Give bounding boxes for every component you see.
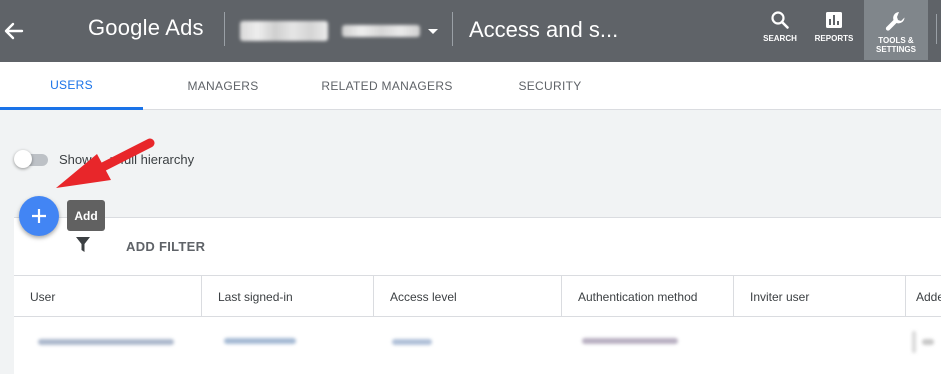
toggle-knob [14, 150, 32, 168]
wrench-icon [885, 12, 905, 31]
account-id-redacted [342, 25, 420, 37]
tab-security[interactable]: SECURITY [480, 62, 620, 110]
plus-icon [32, 209, 46, 223]
search-icon [771, 11, 789, 29]
added-cell-redacted [922, 339, 934, 345]
column-header-last-signed-in[interactable]: Last signed-in [202, 276, 374, 317]
tools-settings-button[interactable]: TOOLS & SETTINGS [864, 0, 928, 60]
header-divider [936, 14, 937, 44]
users-table-card: ADD FILTER User Last signed-in Access le… [14, 217, 941, 374]
header-divider [224, 12, 225, 46]
last-signed-in-redacted [224, 338, 296, 344]
column-header-access-level[interactable]: Access level [374, 276, 562, 317]
table-row[interactable] [14, 317, 941, 367]
reports-button[interactable]: REPORTS [812, 0, 856, 60]
add-filter-button[interactable]: ADD FILTER [126, 239, 205, 254]
table-header: User Last signed-in Access level Authent… [14, 275, 941, 317]
header-divider [452, 12, 453, 46]
page-title: Access and s... [469, 17, 619, 42]
tab-related-managers[interactable]: RELATED MANAGERS [310, 62, 464, 110]
caret-down-icon [428, 28, 438, 34]
column-header-inviter-user[interactable]: Inviter user [734, 276, 906, 317]
tab-users[interactable]: USERS [0, 62, 143, 110]
reports-button-label: REPORTS [814, 34, 854, 43]
auth-method-redacted [582, 338, 678, 344]
column-header-added[interactable]: Adde [906, 276, 941, 317]
search-button[interactable]: SEARCH [760, 0, 800, 60]
top-app-bar: Google Ads Access and s... SEARCH REPORT… [0, 0, 941, 62]
tab-managers[interactable]: MANAGERS [150, 62, 296, 110]
google-ads-logo[interactable]: Google Ads [88, 15, 204, 41]
add-tooltip: Add [67, 200, 105, 231]
tab-bar: USERS MANAGERS RELATED MANAGERS SECURITY [0, 62, 941, 110]
bar-chart-icon [826, 12, 842, 28]
added-cell-redacted [912, 331, 916, 353]
user-cell-redacted [38, 339, 174, 345]
column-header-user[interactable]: User [14, 276, 202, 317]
hierarchy-toggle[interactable] [14, 150, 50, 168]
arrow-back-icon[interactable] [2, 14, 24, 48]
filter-icon[interactable] [76, 237, 90, 253]
account-name-redacted [240, 21, 328, 41]
add-user-button[interactable] [19, 196, 59, 236]
tools-settings-label: TOOLS & SETTINGS [875, 36, 916, 54]
access-level-redacted [392, 339, 432, 345]
hierarchy-toggle-label: Show ... n full hierarchy [59, 152, 195, 167]
column-header-authentication-method[interactable]: Authentication method [562, 276, 734, 317]
search-button-label: SEARCH [763, 34, 797, 43]
account-selector[interactable] [240, 20, 438, 42]
